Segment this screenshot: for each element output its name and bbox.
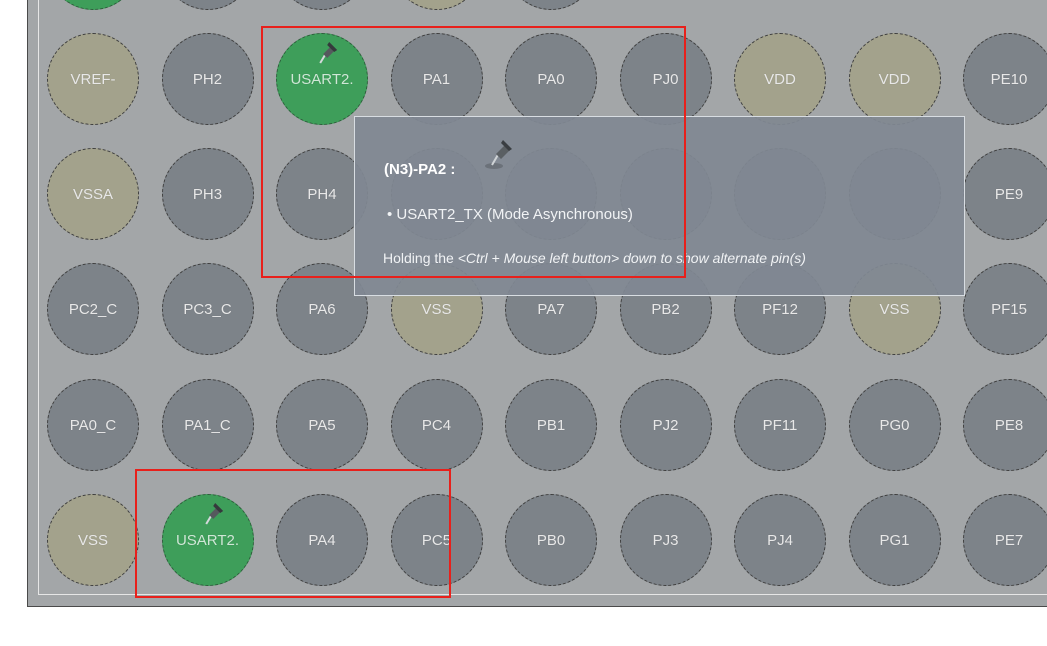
tooltip-hint-prefix: Holding the bbox=[383, 250, 458, 266]
tooltip-hint-keys: <Ctrl + Mouse left button> bbox=[457, 250, 620, 266]
pin[interactable]: PC5 bbox=[390, 494, 483, 586]
pin-label: PF12 bbox=[762, 300, 798, 318]
pin-label: PH3 bbox=[192, 185, 223, 203]
pin-label: PE10 bbox=[990, 70, 1028, 88]
pin-label: VDD bbox=[764, 70, 796, 88]
pin[interactable]: VDD bbox=[734, 33, 826, 125]
pin-label: PA0 bbox=[537, 70, 565, 88]
tooltip-hint: Holding the <Ctrl + Mouse left button> d… bbox=[383, 250, 806, 266]
pin-label: PJ4 bbox=[767, 531, 793, 549]
pin-tooltip: (N3)-PA2 : • USART2_TX (Mode Asynchronou… bbox=[354, 116, 965, 296]
pin[interactable]: PF11 bbox=[734, 379, 826, 471]
pin-assigned[interactable]: USART2. bbox=[276, 33, 368, 125]
pin[interactable]: PA0_C bbox=[47, 379, 139, 471]
pin-label: VDD bbox=[878, 70, 911, 88]
pin-label: VSS bbox=[77, 531, 108, 549]
pin-label: PC5 bbox=[421, 531, 452, 549]
pin-label: PF11 bbox=[762, 416, 798, 434]
tooltip-hint-suffix: down to show alternate pin(s) bbox=[619, 250, 806, 266]
pin[interactable]: PC2_C bbox=[47, 263, 139, 355]
pin[interactable]: PE10 bbox=[963, 33, 1047, 125]
pin[interactable]: VSS bbox=[47, 494, 139, 586]
pin[interactable]: PE7 bbox=[963, 494, 1047, 586]
pin-label: PF15 bbox=[991, 300, 1027, 318]
pin[interactable]: VREF- bbox=[47, 33, 139, 125]
pin[interactable]: PJ0 bbox=[619, 33, 712, 125]
pin-label: PE8 bbox=[994, 416, 1024, 434]
pin[interactable]: PB0 bbox=[505, 494, 597, 586]
pin[interactable]: PB1 bbox=[505, 379, 597, 471]
pin[interactable]: PJ3 bbox=[619, 494, 712, 586]
pin-label: VSS bbox=[879, 300, 910, 318]
pin-label: PA6 bbox=[308, 300, 336, 318]
pin-label: PA0_C bbox=[69, 416, 117, 434]
pin[interactable]: PC3_C bbox=[161, 263, 254, 355]
pin-label: PC2_C bbox=[68, 300, 118, 318]
pin-label: PJ2 bbox=[652, 416, 679, 434]
pin-label: USART2. bbox=[175, 531, 240, 549]
pin[interactable]: PE9 bbox=[963, 148, 1047, 240]
pushpin-icon bbox=[200, 501, 226, 527]
pin[interactable]: PG1 bbox=[848, 494, 941, 586]
pin[interactable] bbox=[276, 0, 368, 10]
pin-label: USART2. bbox=[290, 70, 354, 88]
tooltip-mode: • USART2_TX (Mode Asynchronous) bbox=[387, 206, 633, 223]
pin[interactable]: PJ2 bbox=[619, 379, 712, 471]
pin-label: PH2 bbox=[192, 70, 223, 88]
pin[interactable]: PA0 bbox=[505, 33, 597, 125]
pin-label: PJ0 bbox=[652, 70, 679, 88]
pin[interactable]: PH3 bbox=[161, 148, 254, 240]
pin[interactable] bbox=[505, 0, 597, 10]
pin-label: VREF- bbox=[70, 70, 116, 88]
pin-assigned[interactable] bbox=[47, 0, 139, 10]
pin[interactable]: PH2 bbox=[161, 33, 254, 125]
pin-label: PA4 bbox=[308, 531, 336, 549]
pin-label: PA5 bbox=[308, 416, 336, 434]
pin-label: PE9 bbox=[994, 185, 1024, 203]
pin-label: PG0 bbox=[879, 416, 910, 434]
pin[interactable]: PE8 bbox=[963, 379, 1047, 471]
pin-label: PE7 bbox=[994, 531, 1024, 549]
pin[interactable] bbox=[161, 0, 254, 10]
pin[interactable]: PC4 bbox=[390, 379, 483, 471]
pin[interactable]: PJ4 bbox=[734, 494, 826, 586]
pinout-view: VREF- PH2 USART2. PA1 PA0 PJ0 VDD VDD PE10 VSSA PH… bbox=[27, 0, 1047, 607]
pin-label: PB2 bbox=[651, 300, 680, 318]
pin-label: VSSA bbox=[72, 185, 114, 203]
pin-label: PB1 bbox=[536, 416, 566, 434]
pin[interactable]: PF15 bbox=[963, 263, 1047, 355]
pin[interactable]: PG0 bbox=[848, 379, 941, 471]
tooltip-title: (N3)-PA2 : bbox=[384, 161, 456, 178]
pin-label: PA1_C bbox=[184, 416, 231, 434]
pin[interactable]: PA4 bbox=[276, 494, 368, 586]
pin[interactable]: PA5 bbox=[276, 379, 368, 471]
pin-label: VSS bbox=[421, 300, 452, 318]
pin-grid: VREF- PH2 USART2. PA1 PA0 PJ0 VDD VDD PE10 VSSA PH… bbox=[28, 0, 1047, 606]
pushpin-icon bbox=[314, 40, 340, 66]
pin[interactable]: PA1 bbox=[390, 33, 483, 125]
pin-assigned[interactable]: USART2. bbox=[161, 494, 254, 586]
pin[interactable]: PA1_C bbox=[161, 379, 254, 471]
pin[interactable]: VDD bbox=[848, 33, 941, 125]
pin-label: PC4 bbox=[421, 416, 452, 434]
pin[interactable] bbox=[390, 0, 483, 10]
pushpin-icon bbox=[485, 140, 512, 169]
pin-label: PC3_C bbox=[183, 300, 232, 318]
pin-label: PJ3 bbox=[652, 531, 679, 549]
pin[interactable]: VSSA bbox=[47, 148, 139, 240]
pin-label: PA7 bbox=[537, 300, 565, 318]
pin-label: PA1 bbox=[422, 70, 451, 88]
pin-label: PG1 bbox=[879, 531, 910, 549]
pin-label: PH4 bbox=[307, 185, 337, 203]
pin-label: PB0 bbox=[536, 531, 566, 549]
